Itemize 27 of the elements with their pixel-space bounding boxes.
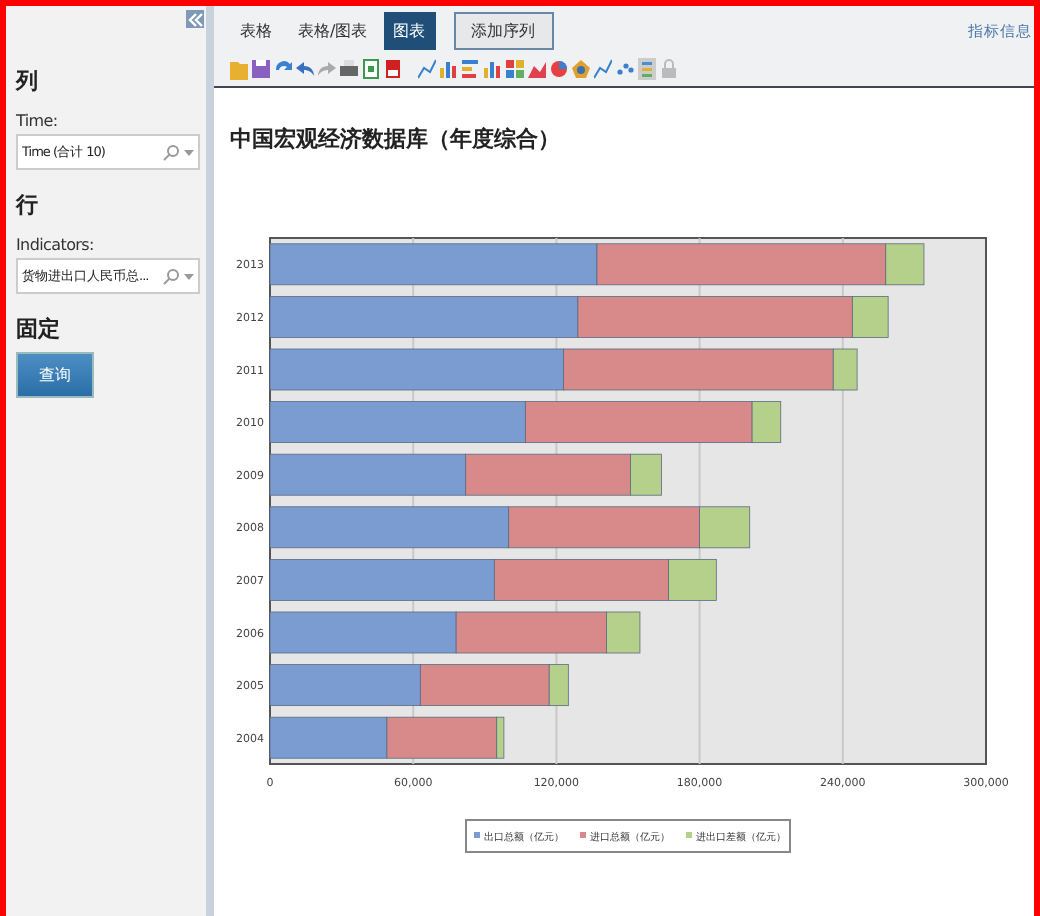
- collapse-icon[interactable]: [186, 10, 204, 28]
- document-icon[interactable]: [384, 58, 402, 80]
- field-label: Indicators:: [16, 236, 94, 254]
- tab[interactable]: 表格/图表: [288, 12, 378, 50]
- caret-icon: [184, 273, 194, 279]
- search-icon: [162, 143, 180, 161]
- list-icon[interactable]: [638, 58, 656, 80]
- document-icon[interactable]: [362, 58, 380, 80]
- tab[interactable]: 图表: [383, 12, 436, 50]
- caret-icon: [184, 149, 194, 155]
- undo-icon[interactable]: [296, 58, 314, 80]
- field-label: Time:: [16, 112, 58, 130]
- search-icon: [162, 267, 180, 285]
- printer-icon[interactable]: [340, 58, 358, 80]
- tab[interactable]: 表格: [230, 12, 282, 50]
- section-heading: 固定: [16, 314, 60, 344]
- section-heading: 列: [16, 66, 38, 96]
- section-heading: 行: [16, 190, 38, 220]
- scatter-chart-icon[interactable]: [616, 58, 634, 80]
- chart-title: 中国宏观经济数据库（年度综合）: [230, 124, 562, 154]
- save-icon[interactable]: [252, 58, 270, 80]
- add-series-button[interactable]: 添加序列: [453, 12, 554, 50]
- bar: [269, 716, 388, 759]
- pie-chart-icon[interactable]: [550, 58, 568, 80]
- query-button[interactable]: 查询: [16, 352, 94, 398]
- line-chart-icon[interactable]: [594, 58, 612, 80]
- line-chart-icon[interactable]: [418, 58, 436, 80]
